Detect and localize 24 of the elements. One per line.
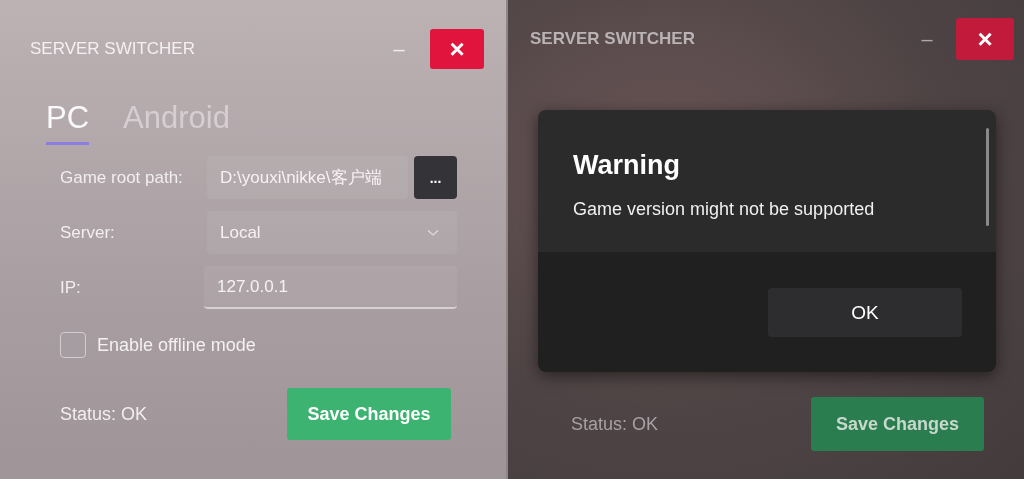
window-title: SERVER SWITCHER: [30, 39, 196, 59]
field-label: Server:: [60, 222, 116, 243]
tab[interactable]: PC: [46, 100, 90, 145]
browse-button[interactable]: ...: [414, 156, 457, 199]
ip-field[interactable]: 127.0.0.1: [204, 266, 457, 309]
field-label: Game root path:: [60, 167, 184, 188]
minimize-button[interactable]: –: [916, 27, 938, 51]
field-label: IP:: [60, 277, 82, 298]
status-text: Status: OK: [60, 403, 148, 425]
dialog-message: Game version might not be supported: [573, 199, 876, 220]
minimize-button[interactable]: –: [388, 37, 410, 61]
chevron-down-icon: [427, 228, 439, 237]
server-dropdown[interactable]: Local: [207, 211, 457, 254]
save-button[interactable]: Save Changes: [287, 388, 451, 440]
dialog-title: Warning: [573, 150, 681, 181]
window-title: SERVER SWITCHER: [530, 29, 696, 49]
path-field[interactable]: D:\youxi\nikke\客户端: [207, 156, 408, 199]
close-button[interactable]: ×: [956, 18, 1014, 60]
checkbox[interactable]: [60, 332, 86, 358]
ok-button[interactable]: OK: [768, 288, 962, 337]
save-button[interactable]: Save Changes: [811, 397, 984, 451]
close-button[interactable]: ×: [430, 29, 484, 69]
status-text: Status: OK: [571, 413, 659, 435]
checkbox-label: Enable offline mode: [97, 334, 256, 356]
